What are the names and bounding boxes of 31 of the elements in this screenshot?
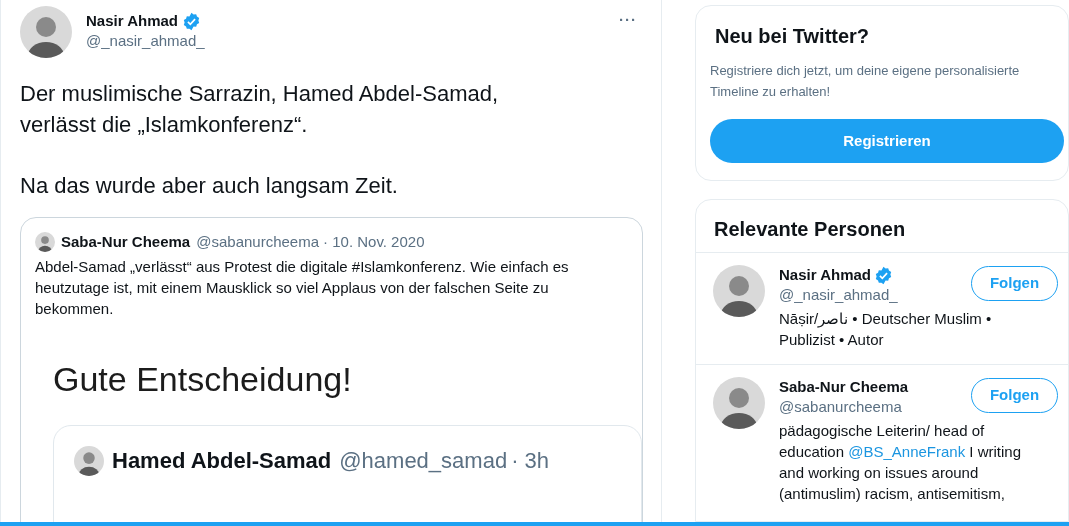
author-handle[interactable]: @_nasir_ahmad_ <box>86 31 205 51</box>
person-handle[interactable]: @_nasir_ahmad_ <box>779 285 971 305</box>
avatar[interactable] <box>74 445 104 476</box>
panel-text: Registriere dich jetzt, um deine eigene personalisierte Timeline zu erhalten! <box>710 62 1021 101</box>
author-name[interactable]: Nasir Ahmad <box>86 11 178 31</box>
mention-link[interactable]: @BS_AnneFrank <box>848 443 966 460</box>
author-handle[interactable]: @sabanurcheema <box>196 231 320 254</box>
person-handle[interactable]: @sabanurcheema <box>779 397 971 417</box>
person-name[interactable]: Saba-Nur Cheema <box>779 377 909 397</box>
more-button[interactable]: ··· <box>619 6 643 27</box>
person-bio: Nāṣir/ناصر • Deutscher Muslim • Publizist • Autor <box>779 309 993 350</box>
person-row[interactable]: Saba-Nur Cheema @sabanurcheema Folgen pädagogische Leiterin/ head of education @BS_AnneFrank I writing and working on issues around (antimuslim) racism, antisemitism, <box>696 365 1068 518</box>
author-handle: @hamed_samad <box>339 446 508 475</box>
person-bio: pädagogische Leiterin/ head of education @BS_AnneFrank I writing and working on issues around (antimuslim) racism, antisemitism, <box>779 421 1023 504</box>
tweet-text: Na das wurde aber auch langsam Zeit. <box>20 172 399 200</box>
author-name: Hamed Abdel-Samad <box>112 446 332 475</box>
quoted-tweet-card[interactable] <box>20 217 643 522</box>
panel-title: Relevante Personen <box>696 200 1068 253</box>
avatar[interactable] <box>713 377 765 429</box>
avatar[interactable] <box>713 265 765 317</box>
avatar[interactable] <box>20 6 72 58</box>
register-button[interactable]: Registrieren <box>710 119 1064 163</box>
quoted-text: Abdel-Samad „verlässt“ aus Protest die digitale #Islamkonferenz. Wie einfach es heutzutage ist, mit einem Mausklick so viel Applaus von der falschen Seite zu bekommen. <box>35 256 570 319</box>
panel-title: Neu bei Twitter? <box>714 24 871 48</box>
author-name[interactable]: Saba-Nur Cheema <box>61 231 191 254</box>
screenshot-heading: Gute Entscheidung! <box>53 358 353 399</box>
person-name[interactable]: Nasir Ahmad <box>779 265 871 285</box>
tweet-time: · 3h <box>511 446 550 475</box>
tweet-date[interactable]: · 10. Nov. 2020 <box>323 231 425 254</box>
tweet-text: Der muslimische Sarrazin, Hamed Abdel-Samad, verlässt die „Islamkonferenz“. <box>20 80 500 139</box>
avatar[interactable] <box>35 232 55 253</box>
